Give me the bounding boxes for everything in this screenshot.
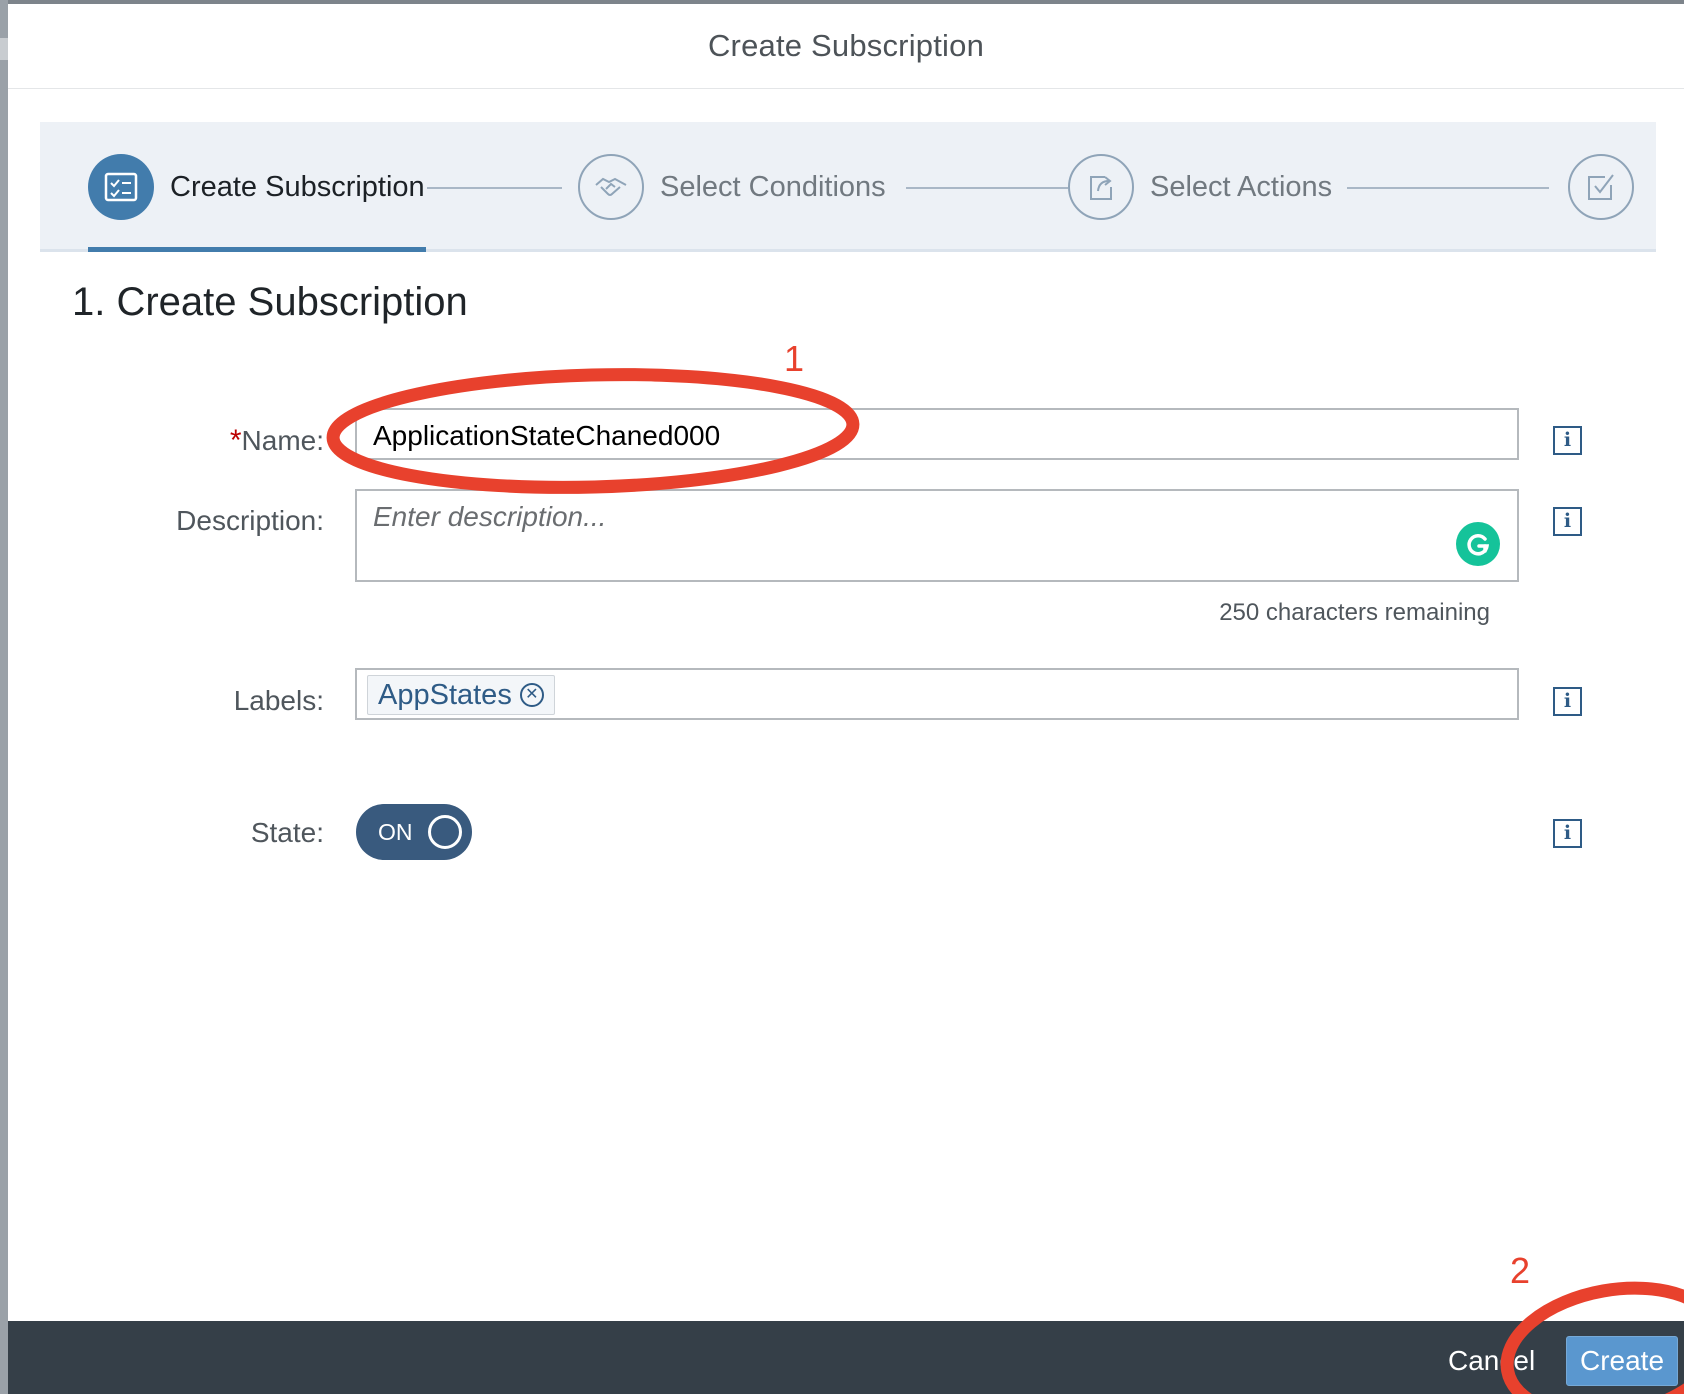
annotation-number: 1 (784, 338, 805, 379)
name-input[interactable]: ApplicationStateChaned000 (355, 408, 1519, 460)
required-marker: * (229, 424, 242, 457)
section-title: 1. Create Subscription (72, 280, 468, 324)
state-switch[interactable]: ON (356, 804, 472, 860)
wizard-step-review[interactable] (1568, 154, 1634, 220)
checkbox-icon (1568, 154, 1634, 220)
checklist-icon (88, 154, 154, 220)
wizard-connector (906, 187, 1068, 189)
backdrop-handle (0, 38, 8, 60)
info-icon[interactable]: i (1553, 687, 1582, 716)
wizard-progress-bar: Create Subscription Select Conditions Se… (40, 122, 1656, 252)
labels-label: Labels: (233, 685, 324, 716)
wizard-step-create-subscription[interactable]: Create Subscription (88, 154, 425, 220)
share-icon (1068, 154, 1134, 220)
active-step-indicator (88, 247, 426, 252)
label-token-text: AppStates (378, 678, 512, 711)
handshake-icon (578, 154, 644, 220)
wizard-step-label: Select Conditions (660, 170, 886, 203)
info-icon[interactable]: i (1553, 819, 1582, 848)
wizard-step-select-actions[interactable]: Select Actions (1068, 154, 1332, 220)
description-label: Description: (176, 505, 324, 536)
character-counter: 250 characters remaining (1219, 599, 1490, 626)
name-label: *Name: (230, 424, 324, 458)
wizard-step-label: Create Subscription (170, 170, 425, 203)
grammarly-icon[interactable] (1456, 522, 1500, 566)
labels-multiinput[interactable]: AppStates ✕ (355, 668, 1519, 720)
description-placeholder: Enter description... (373, 501, 607, 532)
label-token[interactable]: AppStates ✕ (367, 675, 555, 715)
switch-knob (428, 815, 462, 849)
info-icon[interactable]: i (1553, 507, 1582, 536)
create-subscription-dialog: Create Subscription Create Subscription (8, 0, 1684, 1394)
dialog-footer: Cancel Create (8, 1321, 1684, 1394)
backdrop (0, 0, 8, 1394)
wizard-step-select-conditions[interactable]: Select Conditions (578, 154, 886, 220)
wizard-step-label: Select Actions (1150, 170, 1333, 203)
state-label: State: (250, 817, 324, 848)
description-textarea[interactable]: Enter description... (355, 489, 1519, 582)
name-label-text: Name: (241, 425, 324, 456)
switch-text: ON (378, 818, 413, 845)
wizard-connector (1347, 187, 1549, 189)
wizard-connector (427, 187, 562, 189)
remove-token-icon[interactable]: ✕ (519, 683, 544, 707)
annotation-number: 2 (1510, 1250, 1531, 1291)
create-button[interactable]: Create (1566, 1336, 1678, 1386)
dialog-title: Create Subscription (707, 28, 985, 63)
info-icon[interactable]: i (1553, 426, 1582, 455)
dialog-header: Create Subscription (8, 4, 1684, 89)
cancel-button[interactable]: Cancel (1448, 1345, 1535, 1377)
